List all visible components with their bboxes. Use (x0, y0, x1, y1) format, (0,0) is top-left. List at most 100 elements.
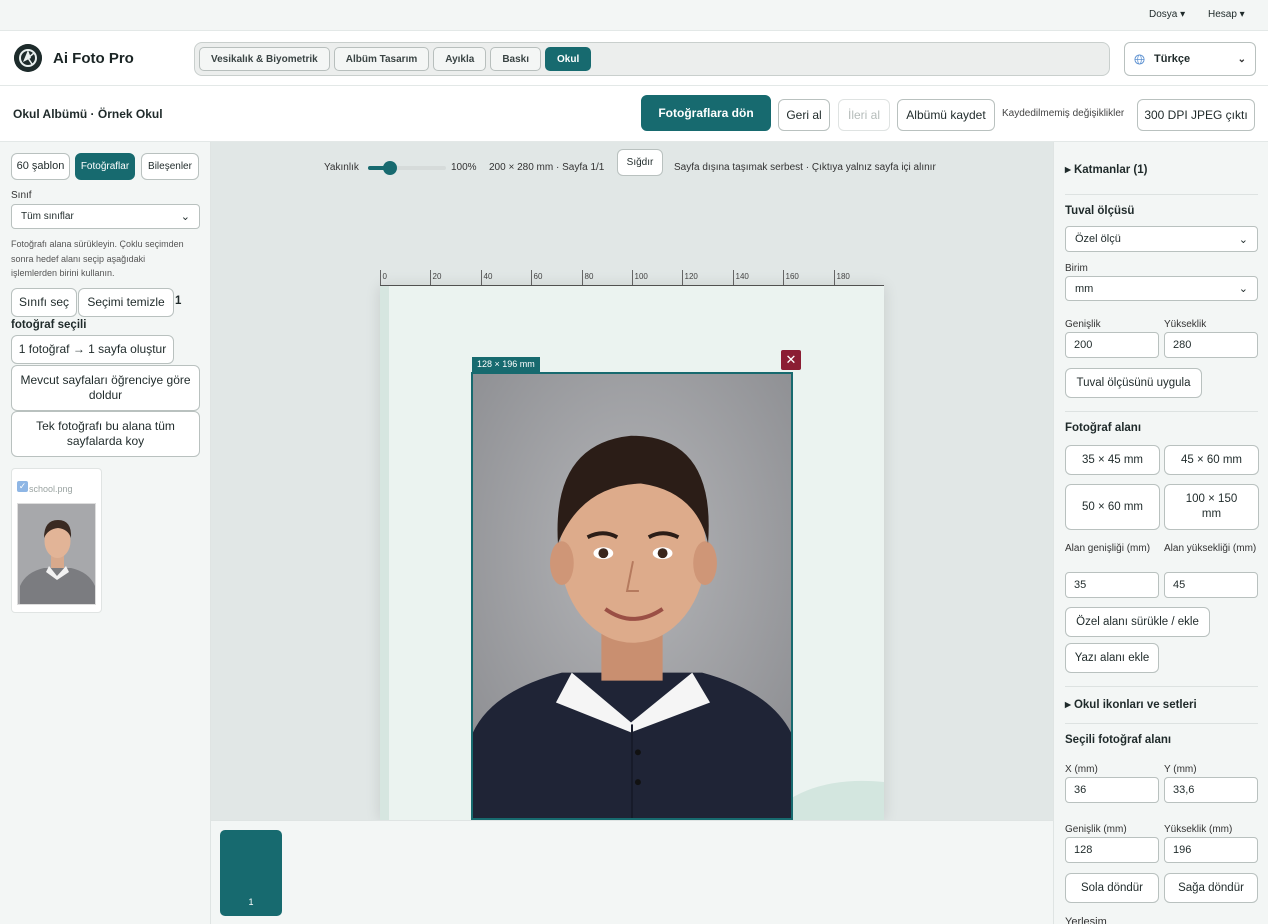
ruler-tick-label: 180 (837, 272, 851, 281)
account-menu[interactable]: Hesap ▾ (1208, 9, 1245, 20)
area-w-label: Genişlik (mm) (1065, 824, 1127, 835)
zoom-slider-handle[interactable] (382, 161, 397, 175)
class-label: Sınıf (11, 190, 32, 201)
page-title: Okul Albümü · Örnek Okul (13, 107, 163, 121)
chevron-down-icon: ⌄ (1238, 233, 1248, 246)
clear-selection-button[interactable]: Seçimi temizle (78, 288, 174, 317)
file-menu[interactable]: Dosya ▾ (1149, 9, 1185, 20)
x-label: X (mm) (1065, 764, 1098, 775)
checkbox-checked-icon[interactable]: ✓ (17, 481, 28, 492)
fill-pages-button[interactable]: Mevcut sayfaları öğrenciye göre doldur (11, 365, 200, 411)
zoom-toolbar: Yakınlık 100% 200 × 280 mm · Sayfa 1/1 S… (211, 149, 1053, 181)
unsaved-status: Kaydedilmemiş değişiklikler (1002, 108, 1125, 119)
ruler-tick-label: 100 (635, 272, 649, 281)
chevron-down-icon: ⌄ (1238, 283, 1248, 295)
photo-thumbnail-card[interactable]: ✓ school.png (11, 468, 102, 613)
selected-area-heading: Seçili fotoğraf alanı (1065, 734, 1172, 746)
tab-school[interactable]: Okul (545, 47, 592, 71)
preset-35x45-button[interactable]: 35 × 45 mm (1065, 445, 1160, 475)
y-input[interactable]: 33,6 (1164, 777, 1258, 803)
canvas-note: Sayfa dışına taşımak serbest · Çıktıya y… (674, 162, 936, 173)
page-info: 200 × 280 mm · Sayfa 1/1 (489, 162, 605, 173)
layers-toggle[interactable]: ▸ Katmanlar (1) (1065, 162, 1147, 176)
globe-icon (1134, 53, 1145, 65)
canvas-size-select[interactable]: Özel ölçü ⌄ (1065, 226, 1258, 252)
area-height-input[interactable]: 45 (1164, 572, 1258, 598)
tab-components[interactable]: Bileşenler (141, 153, 199, 180)
language-value: Türkçe (1154, 53, 1191, 65)
ruler-tick-label: 160 (786, 272, 800, 281)
divider (1065, 723, 1258, 724)
zoom-label: Yakınlık (324, 162, 359, 173)
chevron-down-icon: ⌄ (180, 211, 190, 223)
tab-print[interactable]: Baskı (490, 47, 542, 71)
area-height-label: Alan yüksekliği (mm) (1164, 543, 1257, 554)
ruler-tick-label: 0 (383, 272, 388, 281)
width-label: Genişlik (1065, 319, 1101, 330)
export-jpeg-button[interactable]: 300 DPI JPEG çıktı (1137, 99, 1255, 131)
canvas-size-heading: Tuval ölçüsü (1065, 205, 1135, 217)
student-portrait-image (473, 374, 791, 818)
canvas-size-select-value: Özel ölçü (1075, 233, 1121, 245)
module-tabs: Vesikalık & Biyometrik Albüm Tasarım Ayı… (194, 42, 1110, 76)
tab-photos[interactable]: Fotoğraflar (75, 153, 135, 180)
preset-50x60-button[interactable]: 50 × 60 mm (1065, 484, 1160, 530)
fit-button[interactable]: Sığdır (617, 149, 663, 176)
area-h-label: Yükseklik (mm) (1164, 824, 1233, 835)
selected-photo-area[interactable] (471, 372, 793, 820)
area-h-input[interactable]: 196 (1164, 837, 1258, 863)
page-thumbnail[interactable]: 1 (220, 830, 282, 916)
tab-album-design[interactable]: Albüm Tasarım (333, 47, 430, 71)
custom-area-button[interactable]: Özel alanı sürükle / ekle (1065, 607, 1210, 637)
one-photo-one-page-button[interactable]: 1 fotoğraf → 1 sayfa oluştur (11, 335, 174, 364)
unit-select[interactable]: mm ⌄ (1065, 276, 1258, 301)
top-menu-bar: Dosya ▾ Hesap ▾ (0, 0, 1268, 30)
undo-button[interactable]: Geri al (778, 99, 830, 131)
photo-area-size-badge: 128 × 196 mm (472, 357, 540, 372)
selected-count: 1 (175, 295, 182, 307)
class-select-value: Tüm sınıflar (21, 211, 74, 222)
rotate-right-button[interactable]: Sağa döndür (1164, 873, 1258, 903)
remove-photo-area-button[interactable]: ✕ (781, 350, 801, 370)
canvas-width-input[interactable]: 200 (1065, 332, 1159, 358)
app-logo-icon (14, 44, 42, 72)
rotate-left-button[interactable]: Sola döndür (1065, 873, 1159, 903)
album-toolbar: Okul Albümü · Örnek Okul Fotoğraflara dö… (0, 86, 1268, 142)
app-title: Ai Foto Pro (53, 50, 134, 67)
area-w-input[interactable]: 128 (1065, 837, 1159, 863)
language-select[interactable]: Türkçe ⌄ (1124, 42, 1256, 76)
ruler-tick-label: 40 (484, 272, 493, 281)
area-width-label: Alan genişliği (mm) (1065, 543, 1151, 554)
preset-45x60-button[interactable]: 45 × 60 mm (1164, 445, 1259, 475)
redo-button[interactable]: İleri al (838, 99, 890, 131)
area-width-input[interactable]: 35 (1065, 572, 1159, 598)
tab-biometric[interactable]: Vesikalık & Biyometrik (199, 47, 330, 71)
back-to-photos-button[interactable]: Fotoğraflara dön (641, 95, 771, 131)
single-photo-all-pages-button[interactable]: Tek fotoğrafı bu alana tüm sayfalarda ko… (11, 411, 200, 457)
tab-extract[interactable]: Ayıkla (433, 47, 487, 71)
school-icons-toggle[interactable]: ▸ Okul ikonları ve setleri (1065, 697, 1197, 711)
tab-templates[interactable]: 60 şablon (11, 153, 70, 180)
x-input[interactable]: 36 (1065, 777, 1159, 803)
preset-100x150-button[interactable]: 100 × 150 mm (1164, 484, 1259, 530)
select-class-button[interactable]: Sınıfı seç (11, 288, 77, 317)
student-photo-thumbnail[interactable] (17, 503, 96, 605)
apply-canvas-size-button[interactable]: Tuval ölçüsünü uygula (1065, 368, 1202, 398)
ruler-tick-label: 80 (585, 272, 594, 281)
divider (1065, 686, 1258, 687)
chevron-down-icon: ⌄ (1237, 53, 1246, 65)
selected-count-label: fotoğraf seçili (11, 319, 87, 331)
page-thumbnail-number: 1 (248, 897, 254, 907)
zoom-value: 100% (451, 162, 477, 173)
ruler-tick-label: 20 (433, 272, 442, 281)
add-text-area-button[interactable]: Yazı alanı ekle (1065, 643, 1159, 673)
divider (1065, 411, 1258, 412)
app-header: Ai Foto Pro Vesikalık & Biyometrik Albüm… (0, 30, 1268, 86)
save-album-button[interactable]: Albümü kaydet (897, 99, 995, 131)
class-select[interactable]: Tüm sınıflar ⌄ (11, 204, 200, 229)
ruler-tick-label: 140 (736, 272, 750, 281)
zoom-slider[interactable] (368, 161, 446, 175)
ruler-tick-label: 60 (534, 272, 543, 281)
canvas-height-input[interactable]: 280 (1164, 332, 1258, 358)
photo-file-name: school.png (29, 484, 73, 494)
